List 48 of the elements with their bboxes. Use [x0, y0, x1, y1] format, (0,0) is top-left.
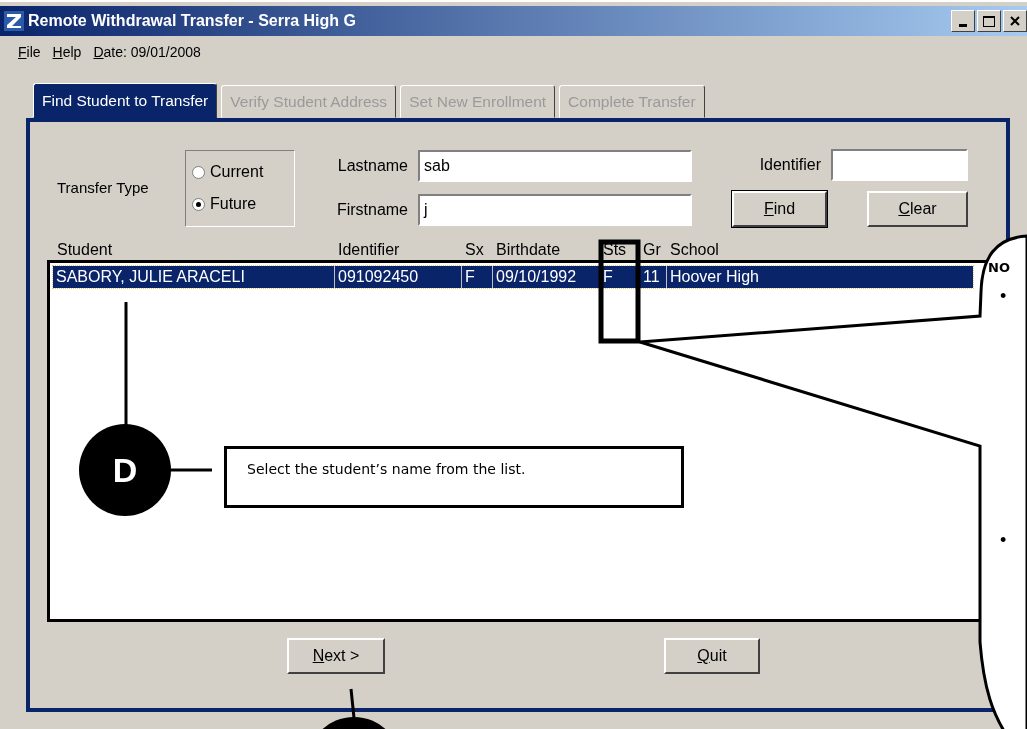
menu-item[interactable]: Help: [52, 42, 82, 66]
app-logo-icon: [4, 11, 24, 31]
input-field[interactable]: sab: [418, 150, 692, 182]
column-header: School: [670, 240, 720, 260]
list-cell: 091092450: [334, 266, 461, 288]
list-cell: 09/10/1992: [492, 266, 599, 288]
column-header: Sx: [465, 240, 485, 260]
list-row[interactable]: SABORY, JULIE ARACELI 091092450 F 09/10/1992 F 11 Hoover High: [53, 266, 973, 288]
radio-button[interactable]: [192, 165, 205, 179]
footer-button[interactable]: Next >: [287, 638, 385, 674]
column-header: Student: [57, 240, 114, 260]
search-button[interactable]: Find: [732, 191, 827, 227]
close-icon: [1010, 16, 1020, 26]
note-bullet: •: [1000, 286, 1007, 306]
field-label: Transfer Type: [57, 177, 150, 198]
minimize-button[interactable]: [951, 10, 975, 32]
field-label: Lastname: [336, 156, 408, 176]
maximize-icon: [983, 15, 995, 27]
list-cell: Hoover High: [666, 266, 926, 288]
step-marker: [320, 717, 388, 729]
maximize-button[interactable]: [977, 10, 1001, 32]
callout-text: Select the student’s name from the list.: [224, 446, 684, 508]
menu-item[interactable]: File: [18, 42, 41, 66]
close-button[interactable]: [1003, 10, 1027, 32]
field-label: Identifier: [759, 155, 821, 175]
window-title: Remote Withdrawal Transfer - Serra High G: [28, 11, 356, 31]
leader-line: [170, 468, 212, 472]
list-cell: F: [599, 266, 639, 288]
input-field[interactable]: [831, 149, 968, 181]
field-label: Firstname: [335, 200, 408, 220]
minimize-icon: [959, 24, 967, 28]
note-bullet: •: [1000, 530, 1007, 550]
input-field[interactable]: j: [418, 194, 692, 226]
list-cell-text: SABORY, JULIE ARACELI: [55, 267, 246, 287]
menu-item[interactable]: Date: 09/01/2008: [93, 42, 201, 66]
leader-line: [349, 688, 356, 719]
column-header: Birthdate: [496, 240, 562, 260]
note-heading: NO: [988, 259, 1010, 277]
column-header: Identifier: [338, 240, 401, 260]
radio-button[interactable]: [192, 197, 205, 211]
radio-label: Current: [210, 162, 264, 182]
radio-label: Future: [210, 194, 257, 214]
column-header: Gr: [643, 240, 662, 260]
list-cell: F: [461, 266, 492, 288]
search-button[interactable]: Clear: [867, 191, 968, 227]
tab[interactable]: Find Student to Transfer: [33, 83, 218, 118]
footer-button[interactable]: Quit: [664, 638, 760, 674]
list-cell: 11: [639, 266, 666, 288]
